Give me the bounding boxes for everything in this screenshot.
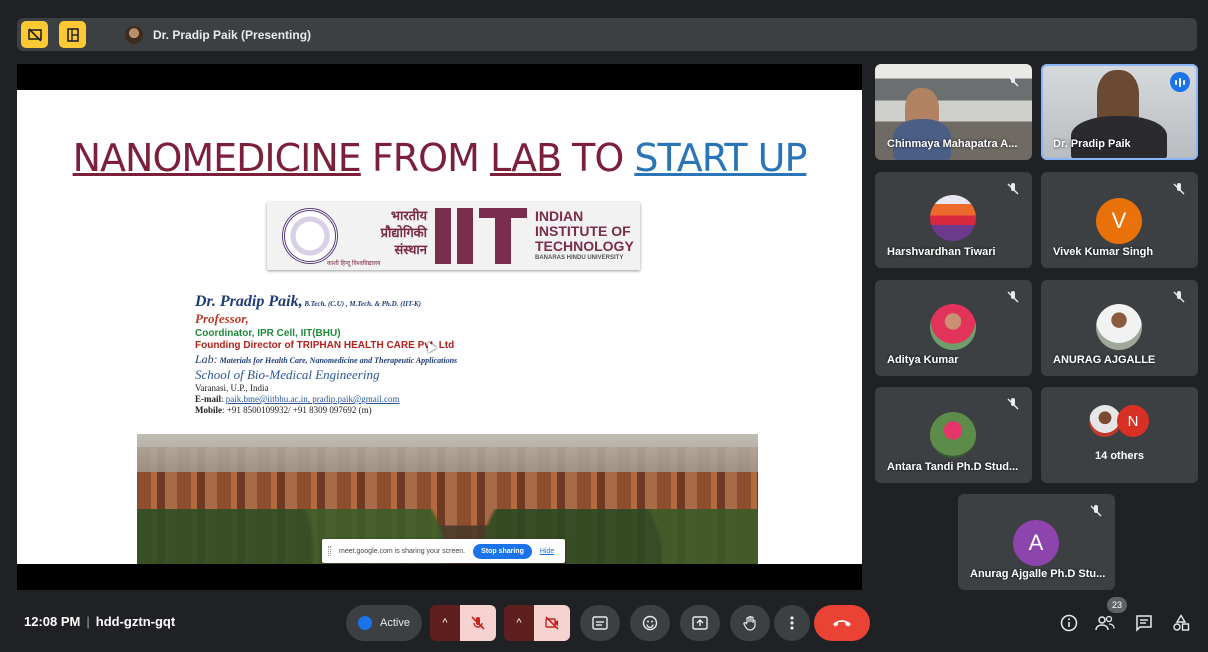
speaker-school: School of Bio-Medical Engineering — [195, 367, 380, 382]
screen-share-notification: meet.google.com is sharing your screen. … — [322, 539, 565, 563]
participant-tile-harshvardhan[interactable]: Harshvardhan Tiwari — [875, 172, 1032, 268]
mic-off-icon — [1006, 182, 1020, 196]
speaker-coordinator: Coordinator, IPR Cell, IIT(BHU) — [195, 328, 341, 339]
separator: | — [86, 614, 90, 629]
drag-handle-icon[interactable] — [328, 546, 331, 556]
mic-off-icon — [1089, 504, 1103, 518]
mic-options-chevron-icon[interactable]: ^ — [430, 605, 460, 641]
participant-tile-others[interactable]: N 14 others — [1041, 387, 1198, 483]
active-label: Active — [380, 617, 410, 629]
hand-icon — [743, 615, 756, 631]
mic-off-button[interactable] — [460, 605, 496, 641]
top-bar: Dr. Pradip Paik (Presenting) — [17, 18, 1197, 51]
meeting-details-icon[interactable] — [1058, 612, 1080, 634]
avatar — [1096, 304, 1142, 350]
participant-tile-pradip[interactable]: Dr. Pradip Paik — [1041, 64, 1198, 160]
iit-bhu-logo: भारतीय प्रौद्योगिकी संस्थान काशी हिन्दू … — [267, 202, 640, 270]
reactions-button[interactable] — [630, 605, 670, 641]
participant-name: Vivek Kumar Singh — [1053, 246, 1154, 258]
more-options-button[interactable] — [774, 605, 810, 641]
participant-tile-anurag-phd[interactable]: A Anurag Ajgalle Ph.D Stu... — [958, 494, 1115, 590]
speaker-city: Varanasi, U.P., India — [195, 383, 269, 393]
captions-button[interactable] — [580, 605, 620, 641]
mic-off-icon — [1006, 74, 1020, 88]
participant-tile-antara[interactable]: Antara Tandi Ph.D Stud... — [875, 387, 1032, 483]
iit-letters-mark — [435, 208, 527, 264]
raise-hand-button[interactable] — [730, 605, 770, 641]
share-message: meet.google.com is sharing your screen. — [339, 547, 466, 555]
present-screen-icon — [692, 616, 708, 630]
logo-hindi-text: भारतीय प्रौद्योगिकी संस्थान — [380, 209, 427, 258]
presenter-avatar — [125, 25, 143, 44]
speaker-mobile: Mobile: +91 8500109932/ +91 8309 097692 … — [195, 405, 372, 415]
participant-name: ANURAG AJGALLE — [1053, 354, 1156, 366]
active-dot-icon — [358, 616, 373, 630]
leave-call-button[interactable] — [814, 605, 870, 641]
logo-hindi-sub: काशी हिन्दू विश्वविद्यालय — [327, 261, 381, 267]
hide-link[interactable]: Hide — [540, 548, 554, 555]
chat-icon[interactable] — [1133, 612, 1155, 634]
presenter-label: Dr. Pradip Paik (Presenting) — [153, 27, 312, 42]
avatar: V — [1096, 198, 1142, 244]
avatar — [930, 412, 976, 458]
camera-options-chevron-icon[interactable]: ^ — [504, 605, 534, 641]
avatar — [930, 304, 976, 350]
more-vert-icon — [790, 616, 794, 630]
presentation-slide: NANOMEDICINE FROM LAB TO START UP भारतीय… — [17, 90, 862, 564]
speaker-founder: Founding Director of TRIPHAN HEALTH CARE… — [195, 340, 455, 351]
title-lab: LAB — [489, 136, 562, 180]
present-now-button[interactable] — [680, 605, 720, 641]
speaker-bio: Dr. Pradip Paik, B.Tech. (C.U) , M.Tech.… — [195, 293, 457, 416]
mic-off-icon — [1172, 182, 1186, 196]
speaker-lab: Lab: Materials for Health Care, Nanomedi… — [195, 352, 458, 366]
participant-name: Chinmaya Mahapatra A... — [887, 138, 1018, 150]
camera-off-button[interactable] — [534, 605, 570, 641]
title-nanomedicine: NANOMEDICINE — [72, 136, 362, 180]
participant-tile-vivek[interactable]: V Vivek Kumar Singh — [1041, 172, 1198, 268]
clock-time: 12:08 PM — [24, 614, 81, 629]
activities-icon[interactable] — [1170, 612, 1192, 634]
speaking-indicator-icon — [1170, 72, 1190, 92]
participant-tile-aditya[interactable]: Aditya Kumar — [875, 280, 1032, 376]
title-from: FROM — [360, 136, 490, 180]
participant-name: Anurag Ajgalle Ph.D Stu... — [970, 568, 1106, 580]
active-indicator[interactable]: Active — [346, 605, 422, 641]
emoji-icon — [642, 615, 658, 631]
avatar: A — [1013, 520, 1059, 566]
people-count-badge: 23 — [1107, 597, 1127, 613]
mic-off-icon — [1172, 290, 1186, 304]
speaker-email: E-mail: paik.bme@iitbhu.ac.in, pradip.pa… — [195, 394, 400, 404]
participant-tile-anurag[interactable]: ANURAG AJGALLE — [1041, 280, 1198, 376]
participant-tile-chinmaya[interactable]: Chinmaya Mahapatra A... — [875, 64, 1032, 160]
title-to: TO — [561, 136, 635, 180]
others-count: 14 others — [1095, 450, 1144, 462]
logo-english-text: INDIAN INSTITUTE OF TECHNOLOGY BANARAS H… — [535, 208, 634, 262]
participant-name: Dr. Pradip Paik — [1053, 138, 1131, 150]
people-icon[interactable] — [1094, 612, 1116, 634]
layout-icon[interactable] — [59, 21, 86, 48]
speaker-role: Professor, — [195, 311, 249, 326]
meeting-info: 12:08 PM | hdd-gztn-gqt — [24, 614, 175, 629]
participant-name: Antara Tandi Ph.D Stud... — [887, 461, 1019, 473]
microphone-control: ^ — [430, 605, 496, 641]
avatar-initial: N — [1117, 405, 1149, 437]
participant-name: Aditya Kumar — [887, 354, 959, 366]
speaker-name: Dr. Pradip Paik, B.Tech. (C.U) , M.Tech.… — [195, 293, 421, 310]
presenter-indicator: Dr. Pradip Paik (Presenting) — [117, 21, 324, 48]
participant-name: Harshvardhan Tiwari — [887, 246, 996, 258]
slide-title: NANOMEDICINE FROM LAB TO START UP — [17, 136, 862, 180]
mic-off-icon — [1006, 290, 1020, 304]
avatar — [930, 195, 976, 241]
present-off-icon[interactable] — [21, 21, 48, 48]
camera-control: ^ — [504, 605, 570, 641]
captions-icon — [592, 616, 608, 630]
mic-off-icon — [1006, 397, 1020, 411]
stop-sharing-button[interactable]: Stop sharing — [473, 543, 532, 559]
shared-screen: NANOMEDICINE FROM LAB TO START UP भारतीय… — [17, 64, 862, 590]
end-call-icon — [833, 620, 851, 627]
university-seal-icon — [282, 208, 338, 264]
meeting-code: hdd-gztn-gqt — [95, 614, 176, 629]
title-start-up: START UP — [634, 136, 807, 180]
